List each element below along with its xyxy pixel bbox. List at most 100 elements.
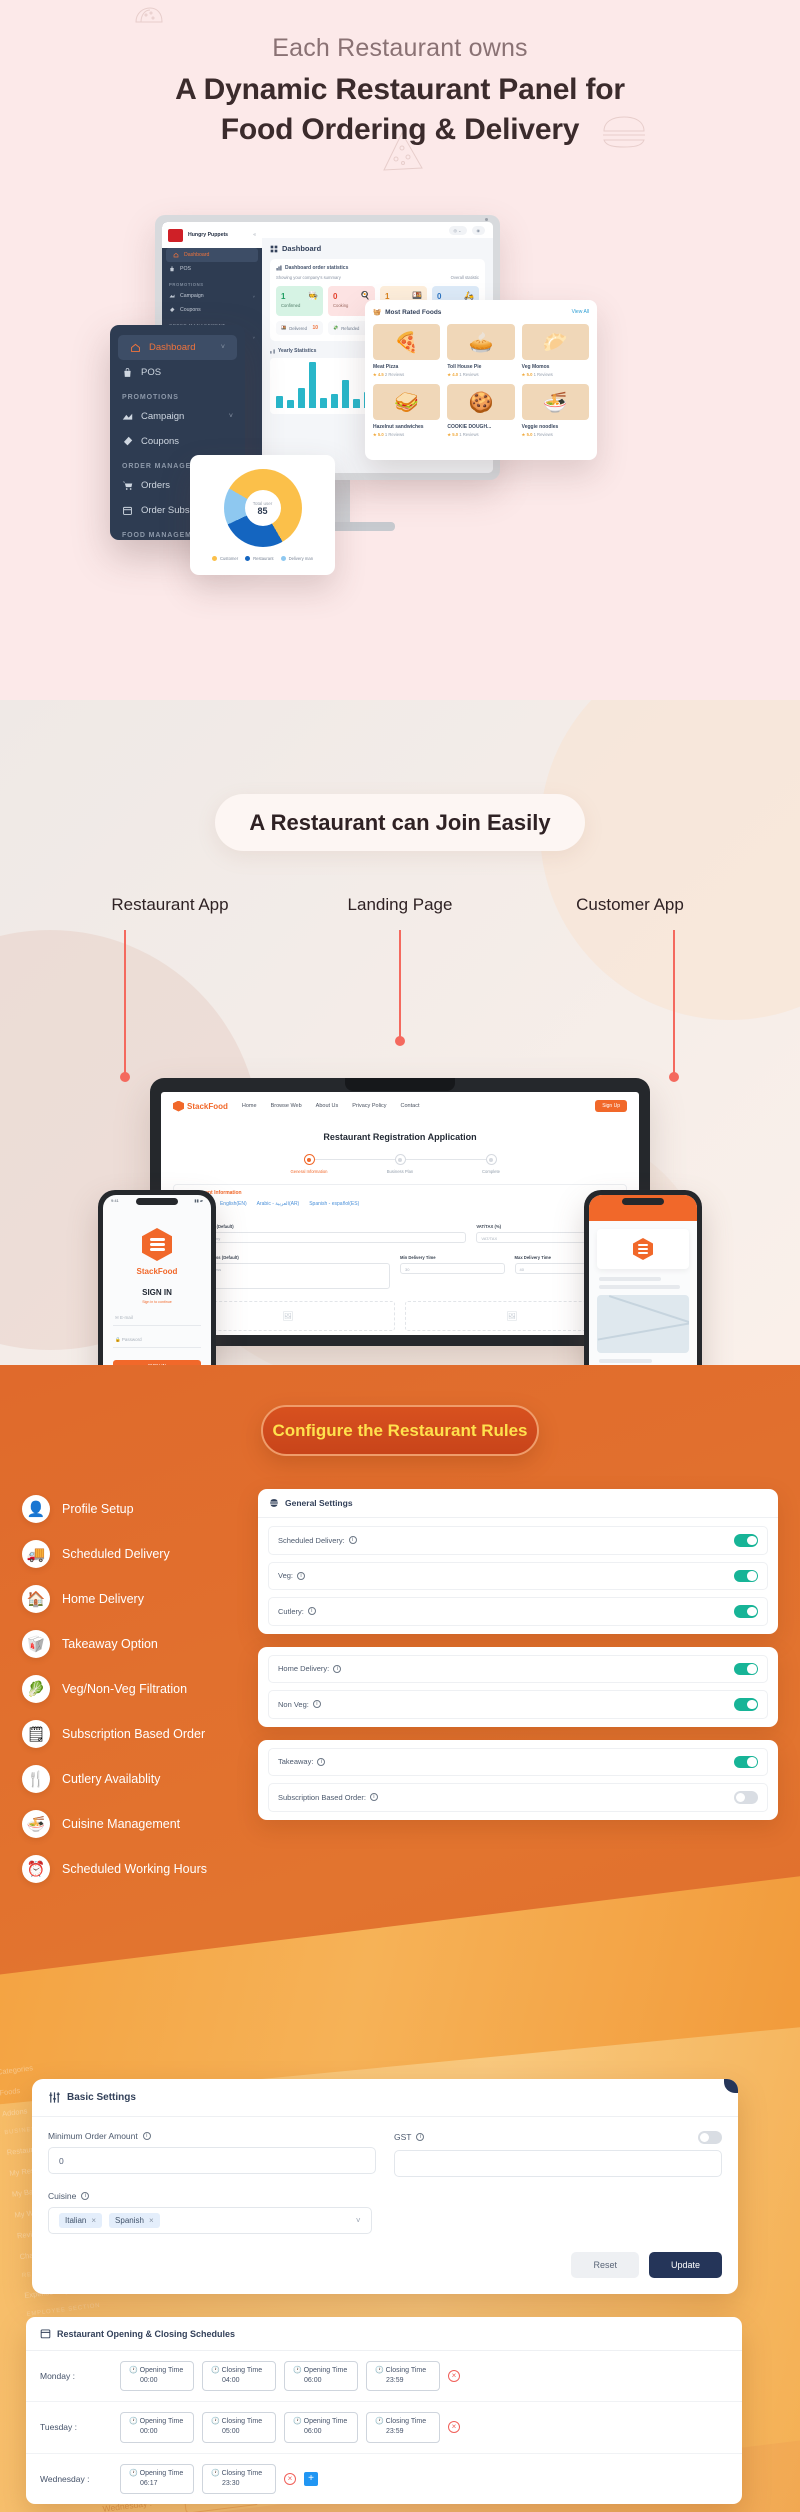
info-icon[interactable]: i [307, 1607, 316, 1616]
sidebar-item-campaign[interactable]: Campaign ˅ [162, 289, 262, 303]
info-icon[interactable]: i [416, 2133, 425, 2142]
remove-slot-button[interactable]: × [448, 2370, 460, 2383]
setting-toggle[interactable] [734, 1605, 758, 1618]
chevron-down-icon[interactable]: ˅ [221, 344, 225, 351]
cuisine-select[interactable]: Italian × Spanish × ˅ [48, 2206, 372, 2234]
signin-button[interactable]: SIGN IN [113, 1360, 201, 1365]
calendar-icon [40, 2329, 51, 2339]
food-card[interactable]: 🍜 Veggie noodles ★ 5.0 1 Reviews [521, 384, 589, 437]
chevron-down-icon[interactable]: ˅ [356, 2216, 361, 2225]
tab-english[interactable]: English(EN) [220, 1201, 247, 1213]
gst-toggle[interactable] [698, 2131, 722, 2144]
add-slot-button[interactable]: + [304, 2471, 318, 2486]
remove-slot-button[interactable]: × [284, 2472, 296, 2485]
mini-stat-delivered[interactable]: 🍱 Delivered 10 [276, 321, 323, 335]
chevron-down-icon[interactable]: ˅ [253, 294, 255, 299]
info-icon[interactable]: i [333, 1664, 342, 1673]
signup-button[interactable]: Sign Up [595, 1100, 627, 1112]
opening-time-field[interactable]: 🕐 Opening Time 06:00 [284, 2361, 358, 2392]
clock-icon: 🕐 Opening Time [293, 2418, 348, 2426]
chart-bar [353, 399, 360, 408]
chip-remove-icon[interactable]: × [91, 2216, 96, 2225]
opening-time-field[interactable]: 🕐 Opening Time 06:17 [120, 2463, 194, 2494]
topbar-pill[interactable]: ◎ ⌄ [448, 225, 467, 235]
min-order-input[interactable]: 0 [48, 2147, 376, 2174]
sidebar-label: POS [180, 266, 191, 272]
cuisine-chip[interactable]: Italian × [59, 2212, 103, 2228]
setting-label: Non Veg: i [278, 1700, 321, 1709]
food-card[interactable]: 🥧 Toll House Pie ★ 4.0 1 Reviews [447, 324, 515, 377]
closing-time-field[interactable]: 🕐 Closing Time 23:59 [366, 2412, 440, 2443]
closing-time-field[interactable]: 🕐 Closing Time 04:00 [202, 2361, 276, 2392]
nav-home[interactable]: Home [242, 1103, 257, 1109]
password-field[interactable]: 🔒 Password [113, 1333, 201, 1348]
view-all-link[interactable]: View All [572, 309, 589, 315]
remove-slot-button[interactable]: × [448, 2421, 460, 2434]
statistics-filter[interactable]: Showing your company's summary Overall s… [276, 275, 479, 280]
setting-toggle[interactable] [734, 1698, 758, 1711]
food-name: COOKIE DOUGH... [447, 424, 492, 430]
most-rated-grid: 🍕 Meat Pizza ★ 4.5 2 Reviews 🥧 Toll House Pi… [373, 324, 589, 437]
zoom-sidebar-item-pos[interactable]: POS [110, 360, 245, 385]
gst-input[interactable] [394, 2149, 722, 2177]
food-card[interactable]: 🥪 Hazelnut sandwiches ★ 5.0 1 Reviews [373, 384, 441, 437]
schedule-row: Monday : 🕐 Opening Time 00:00 🕐 Closing Tim… [26, 2351, 742, 2403]
info-icon[interactable]: i [297, 1571, 306, 1580]
chip-remove-icon[interactable]: × [149, 2216, 154, 2225]
food-card[interactable]: 🥟 Veg Momos ★ 5.0 1 Reviews [521, 324, 589, 377]
opening-time-field[interactable]: 🕐 Opening Time 06:00 [284, 2412, 358, 2443]
step-1-indicator[interactable] [303, 1154, 315, 1165]
setting-toggle[interactable] [734, 1662, 758, 1675]
reset-button[interactable]: Reset [571, 2251, 639, 2278]
setting-toggle[interactable] [734, 1534, 758, 1547]
setting-toggle[interactable] [734, 1569, 758, 1582]
setting-toggle[interactable] [734, 1755, 758, 1768]
step-3-indicator[interactable] [485, 1154, 497, 1165]
info-icon[interactable]: i [81, 2191, 90, 2200]
chevron-down-icon[interactable]: ˅ [253, 335, 255, 340]
nav-browse-web[interactable]: Browse Web [271, 1103, 302, 1109]
topbar-avatar[interactable]: ◉ [471, 225, 485, 235]
info-icon[interactable]: i [317, 1757, 326, 1766]
sidebar-collapse-icon[interactable]: « [253, 232, 256, 238]
food-name: Veggie noodles [521, 424, 559, 430]
info-icon[interactable]: i [369, 1793, 378, 1802]
info-icon[interactable]: i [348, 1536, 357, 1545]
info-icon[interactable]: i [142, 2132, 151, 2140]
tab-arabic[interactable]: Arabic - العربية(AR) [257, 1201, 300, 1213]
food-rating: ★ 5.0 1 Reviews [521, 432, 553, 437]
closing-time-field[interactable]: 🕐 Closing Time 23:30 [202, 2463, 276, 2494]
tag-icon [122, 436, 133, 447]
food-card[interactable]: 🍕 Meat Pizza ★ 4.5 2 Reviews [373, 324, 441, 377]
step-2-indicator[interactable] [394, 1154, 406, 1165]
general-settings-header: General Settings [258, 1489, 778, 1518]
sidebar-item-coupons[interactable]: Coupons [162, 303, 262, 317]
food-card[interactable]: 🍪 COOKIE DOUGH... ★ 5.0 1 Reviews [447, 384, 515, 437]
feature-item: 🍴 Cutlery Availablity [22, 1765, 244, 1793]
stat-card-confirmed[interactable]: 🧑‍🍳 1 Confirmed [276, 286, 323, 316]
customer-app-phone [584, 1190, 702, 1365]
chevron-down-icon[interactable]: ˅ [229, 413, 233, 420]
info-icon[interactable]: i [312, 1700, 321, 1709]
setting-toggle[interactable] [734, 1791, 758, 1804]
setting-row: Scheduled Delivery: i [268, 1526, 768, 1555]
tab-spanish[interactable]: Spanish - español(ES) [309, 1201, 359, 1213]
zoom-sidebar-item-campaign[interactable]: Campaign ˅ [110, 404, 245, 429]
zoom-sidebar-item-dashboard[interactable]: Dashboard ˅ [118, 335, 237, 360]
opening-time-field[interactable]: 🕐 Opening Time 00:00 [120, 2412, 194, 2443]
nav-privacy-policy[interactable]: Privacy Policy [352, 1103, 386, 1109]
restaurant-name-input[interactable]: Ex : ABC Company [181, 1232, 467, 1243]
nav-about-us[interactable]: About Us [316, 1103, 339, 1109]
update-button[interactable]: Update [648, 2251, 722, 2278]
email-field[interactable]: ✉ E-mail [113, 1311, 201, 1326]
sidebar-item-pos[interactable]: POS [162, 262, 262, 276]
closing-time-field[interactable]: 🕐 Closing Time 23:59 [366, 2361, 440, 2392]
customer-app-map[interactable] [597, 1295, 689, 1353]
closing-time-field[interactable]: 🕐 Closing Time 05:00 [202, 2412, 276, 2443]
sidebar-item-dashboard[interactable]: Dashboard [166, 248, 258, 262]
cuisine-chip[interactable]: Spanish × [109, 2212, 160, 2228]
min-delivery-input[interactable]: 30 [400, 1263, 505, 1274]
zoom-sidebar-item-coupons[interactable]: Coupons [110, 429, 245, 454]
nav-contact[interactable]: Contact [401, 1103, 420, 1109]
opening-time-field[interactable]: 🕐 Opening Time 00:00 [120, 2361, 194, 2392]
